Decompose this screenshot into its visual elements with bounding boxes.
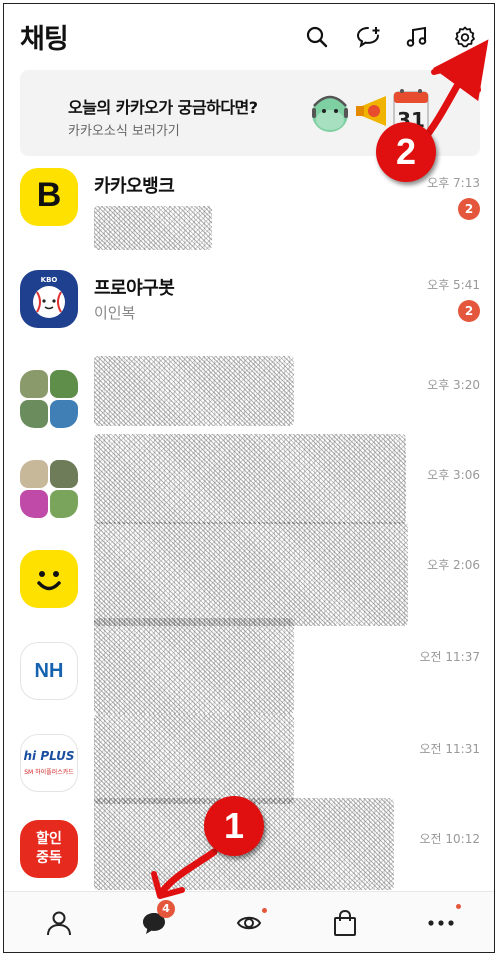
chat-time: 오후 3:06 [427,468,480,482]
avatar: NH [20,642,78,700]
chats-icon[interactable]: 4 [137,900,175,940]
step-2-marker: 2 [376,122,436,182]
chat-time: 오전 11:37 [419,650,480,664]
step-1-marker: 1 [204,796,264,856]
avatar: KBO [20,270,78,328]
avatar-label: KBO [40,276,58,284]
redacted-preview [94,522,408,626]
chat-row-group-2[interactable]: 오후 3:06 [4,434,494,534]
chat-row-kbo-bot[interactable]: KBO 프로야구봇 이인복 오후 5:41 2 [4,256,494,344]
chat-preview: 이인복 [94,304,136,322]
redacted-preview [94,618,294,714]
phone-screen: 채팅 오늘의 카카오가 궁금하다면? 카카오소식 보러가기 31 B 카카오뱅크… [3,3,495,953]
shopping-icon[interactable] [328,906,362,940]
avatar-logo-text: hi PLUS [23,749,75,763]
music-icon[interactable] [402,22,432,52]
new-dot [456,904,461,909]
avatar-text: 할인 중독 [36,831,62,866]
chat-name: 카카오뱅크 [94,176,175,197]
avatar: hi PLUS SM 하이플러스카드 [20,734,78,792]
banner-subtitle: 카카오소식 보러가기 [68,124,180,139]
bottom-navigation: 4 [4,891,494,952]
new-dot [262,908,267,913]
avatar-logo-subtext: SM 하이플러스카드 [24,769,74,776]
settings-icon[interactable] [450,22,480,52]
app-header: 채팅 [4,4,494,70]
avatar [20,370,78,428]
avatar: B [20,168,78,226]
new-chat-icon[interactable] [354,22,384,52]
unread-badge: 2 [458,198,480,220]
chat-row-nh[interactable]: NH 오전 11:37 [4,618,494,716]
avatar-letter: B [36,176,62,214]
redacted-preview [94,356,294,426]
chat-time: 오후 3:20 [427,378,480,392]
avatar-text: NH [34,660,64,682]
smiley-icon [37,571,61,591]
chat-time: 오후 2:06 [427,558,480,572]
redacted-preview [94,714,294,804]
redacted-preview [94,206,212,250]
avatar [20,550,78,608]
avatar: 할인 중독 [20,820,78,878]
view-icon[interactable] [232,906,267,940]
chat-name: 프로야구봇 [94,278,175,299]
chat-time: 오전 10:12 [419,832,480,846]
unread-badge: 2 [458,300,480,322]
search-icon[interactable] [302,22,332,52]
chats-badge: 4 [157,900,175,918]
redacted-preview [94,434,406,524]
banner-title: 오늘의 카카오가 궁금하다면? [68,98,258,117]
chat-row-group-1[interactable]: 오후 3:20 [4,356,494,444]
avatar [20,460,78,518]
chat-row-hiplus[interactable]: hi PLUS SM 하이플러스카드 오전 11:31 [4,714,494,808]
chat-time: 오후 7:13 [427,176,480,190]
friends-icon[interactable] [42,906,76,940]
chat-time: 오후 5:41 [427,278,480,292]
page-title: 채팅 [20,24,69,55]
more-icon[interactable] [424,904,461,940]
chat-row-smiley[interactable]: 오후 2:06 [4,522,494,626]
chat-time: 오전 11:31 [419,742,480,756]
